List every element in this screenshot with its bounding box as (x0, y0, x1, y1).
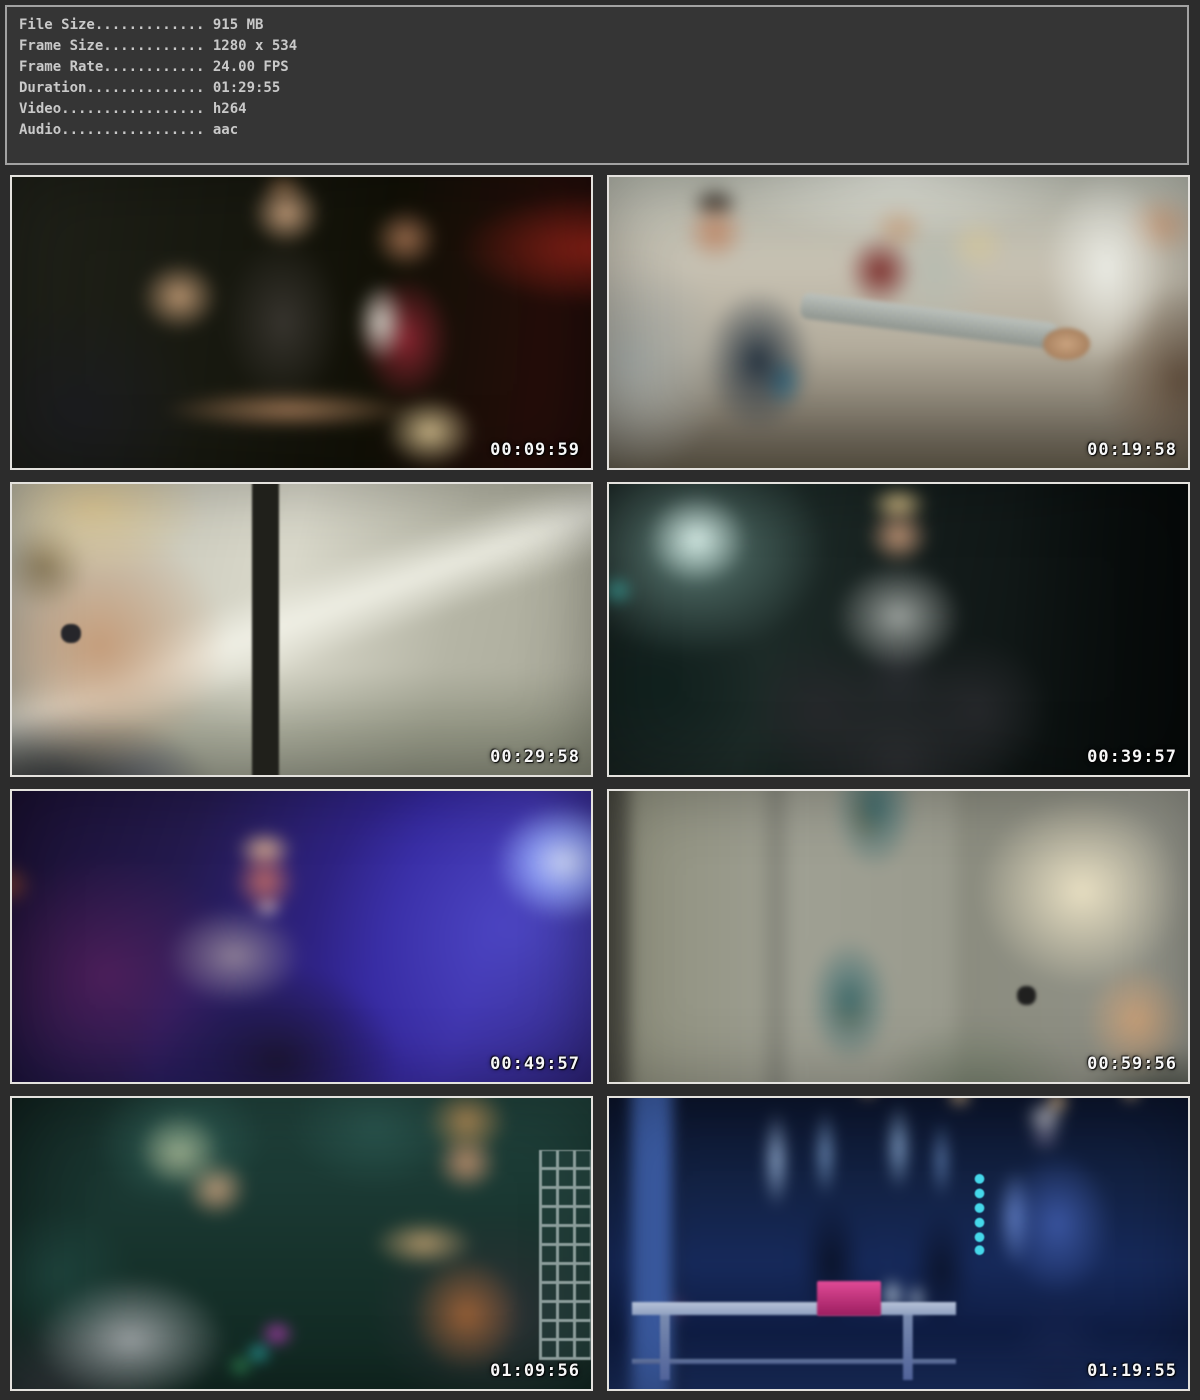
earbud-shape (1017, 986, 1036, 1005)
screenshot-still-1: 00:09:59 (10, 175, 593, 470)
info-line-duration: Duration..............01:29:55 (19, 78, 1187, 99)
info-label: Frame Size............ (19, 38, 204, 54)
info-line-frame-size: Frame Size............1280 x 534 (19, 36, 1187, 57)
window-pillar-shape (252, 484, 279, 775)
reaching-arm-shape (799, 292, 1061, 350)
info-line-video: Video.................h264 (19, 99, 1187, 120)
timestamp-overlay: 01:19:55 (1087, 1361, 1177, 1381)
timestamp-overlay: 00:29:58 (490, 747, 580, 767)
cyan-lights-shape (971, 1174, 988, 1255)
screenshot-still-4: 00:39:57 (607, 482, 1190, 777)
info-label: Frame Rate............ (19, 59, 204, 75)
info-value: 915 MB (204, 17, 263, 33)
scene-image-night-street (609, 1098, 1188, 1389)
info-line-audio: Audio.................aac (19, 120, 1187, 141)
hand-shape (1043, 328, 1089, 360)
info-label: Duration.............. (19, 80, 204, 96)
scene-image-hallway-head (609, 791, 1188, 1082)
info-value: 24.00 FPS (204, 59, 288, 75)
info-value: aac (204, 122, 238, 138)
metal-grid-shape (539, 1150, 591, 1360)
info-label: File Size............. (19, 17, 204, 33)
scene-image-two-men-glass (12, 1098, 591, 1389)
info-line-frame-rate: Frame Rate............24.00 FPS (19, 57, 1187, 78)
info-value: 01:29:55 (204, 80, 280, 96)
info-label: Video................. (19, 101, 204, 117)
timestamp-overlay: 00:09:59 (490, 440, 580, 460)
media-info-panel: File Size.............915 MB Frame Size.… (5, 5, 1189, 165)
screenshot-still-5: 00:49:57 (10, 789, 593, 1084)
screenshot-grid: 00:09:59 00:19:58 00:29:58 00:39:57 00:4… (10, 175, 1190, 1391)
info-label: Audio................. (19, 122, 204, 138)
earbud-shape (61, 624, 81, 643)
screenshot-still-3: 00:29:58 (10, 482, 593, 777)
timestamp-overlay: 00:19:58 (1087, 440, 1177, 460)
info-value: 1280 x 534 (204, 38, 297, 54)
timestamp-overlay: 00:59:56 (1087, 1054, 1177, 1074)
info-line-file-size: File Size.............915 MB (19, 15, 1187, 36)
screenshot-still-8: 01:19:55 (607, 1096, 1190, 1391)
pink-box-shape (817, 1281, 881, 1316)
timestamp-overlay: 00:49:57 (490, 1054, 580, 1074)
trestle-table-shape (632, 1302, 956, 1381)
screenshot-still-2: 00:19:58 (607, 175, 1190, 470)
scene-image-purple-club (12, 791, 591, 1082)
scene-image-club-group (12, 177, 591, 468)
scene-image-garage (609, 484, 1188, 775)
info-value: h264 (204, 101, 246, 117)
timestamp-overlay: 00:39:57 (1087, 747, 1177, 767)
scene-image-van-interior (609, 177, 1188, 468)
screenshot-still-6: 00:59:56 (607, 789, 1190, 1084)
timestamp-overlay: 01:09:56 (490, 1361, 580, 1381)
scene-image-window-profile (12, 484, 591, 775)
screenshot-still-7: 01:09:56 (10, 1096, 593, 1391)
